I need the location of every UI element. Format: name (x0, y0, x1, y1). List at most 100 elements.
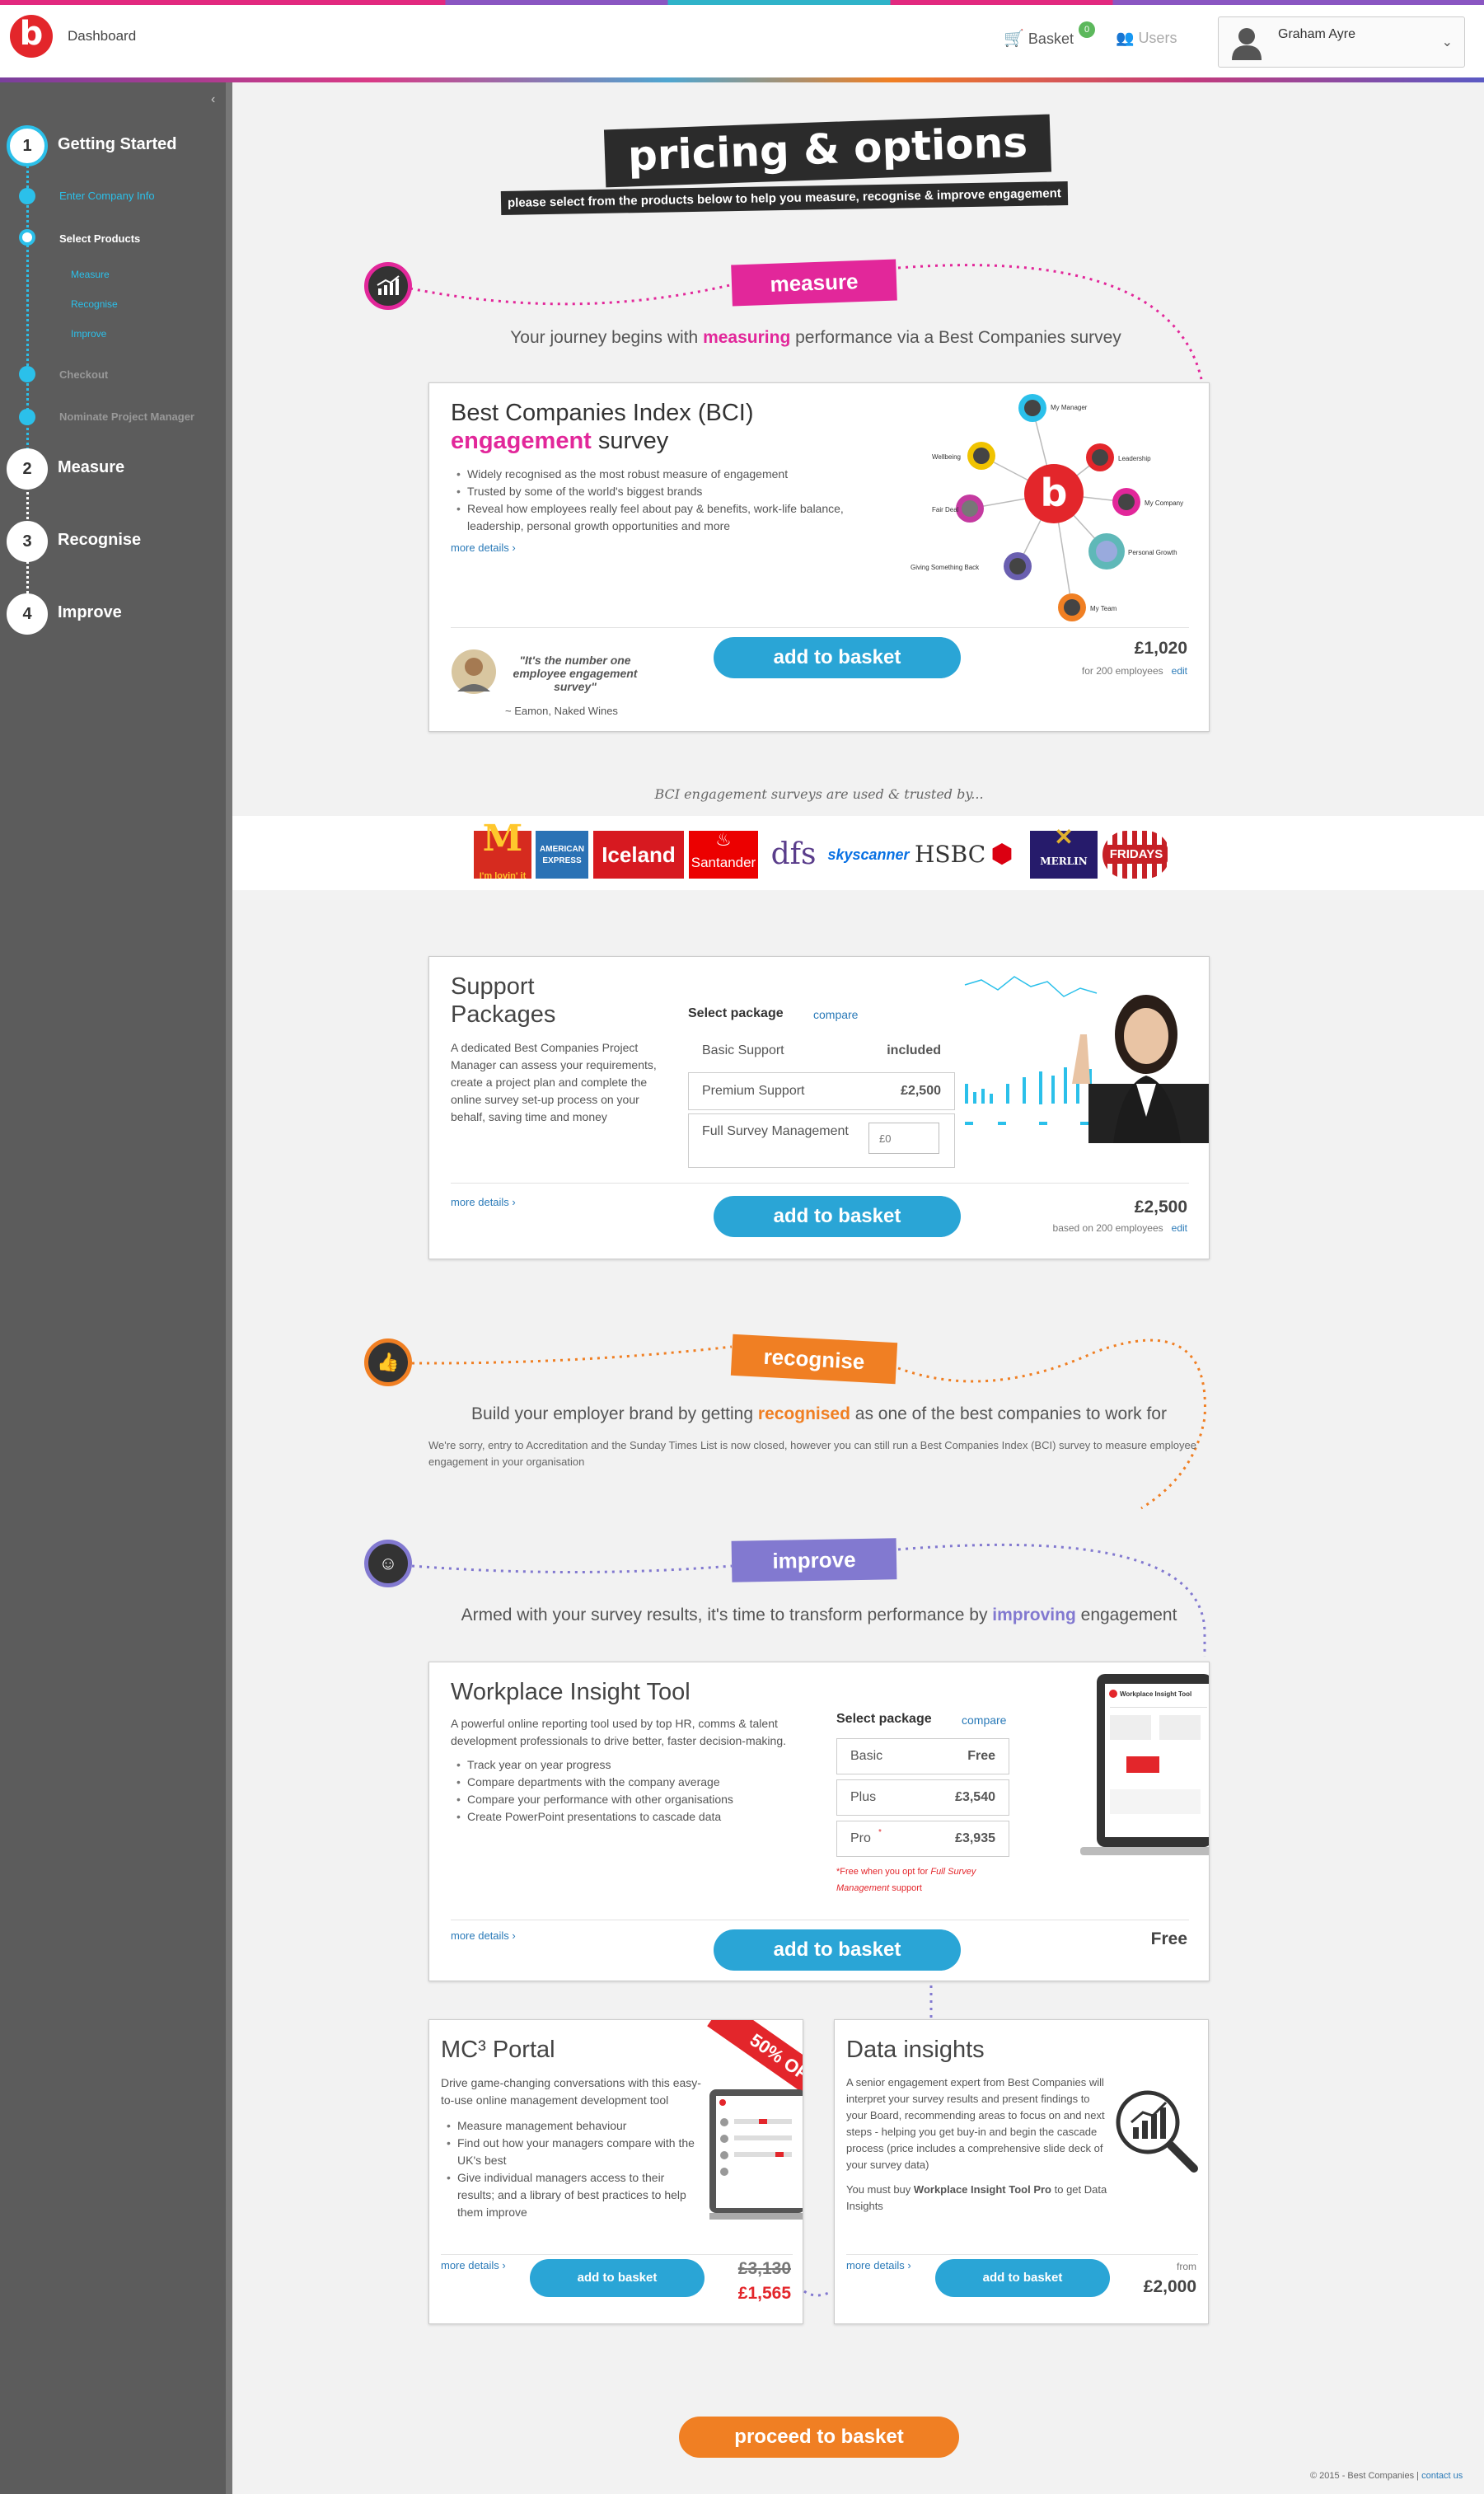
wit-bullet: Compare departments with the company ave… (451, 1774, 797, 1791)
brand-iceland-logo: Iceland (593, 831, 684, 879)
brand-mcdonalds-logo: M I'm lovin' it (474, 818, 531, 881)
mc3-title: MC³ Portal (441, 2037, 555, 2063)
package-basic-support[interactable]: Basic Support included (688, 1033, 955, 1069)
trusted-by-text: BCI engagement surveys are used & truste… (654, 786, 984, 802)
data-insights-description: A senior engagement expert from Best Com… (846, 2076, 1105, 2171)
bci-more-details-link[interactable]: more details › (451, 541, 516, 554)
recognise-closed-notice: We're sorry, entry to Accreditation and … (428, 1439, 1196, 1468)
bci-price: £1,020 (1134, 639, 1187, 658)
wit-bullet: Create PowerPoint presentations to casca… (451, 1808, 797, 1826)
wit-bullet: Track year on year progress (451, 1756, 797, 1774)
support-select-package-label: Select package (688, 1006, 784, 1020)
testimonial-avatar (452, 649, 496, 694)
brand-amex-logo: AMERICAN EXPRESS (536, 831, 588, 879)
data-insights-add-to-basket-button[interactable]: add to basket (935, 2259, 1110, 2297)
support-price-note: based on 200 employees edit (1052, 1222, 1187, 1234)
factor-label: Leadership (1118, 455, 1151, 462)
mc3-laptop-screenshot (709, 2089, 803, 2220)
factor-label: Wellbeing (932, 453, 961, 461)
factor-label: My Company (1145, 499, 1183, 507)
bci-subtitle: engagement survey (451, 428, 669, 454)
testimonial-quote: "It's the number one employee engagement… (513, 654, 638, 693)
wit-compare-link[interactable]: compare (962, 1713, 1006, 1727)
support-add-to-basket-button[interactable]: add to basket (714, 1196, 961, 1237)
wit-free-note: *Free when you opt for Full Survey Manag… (836, 1867, 976, 1893)
support-title-2: Packages (451, 1001, 556, 1028)
support-compare-link[interactable]: compare (813, 1008, 858, 1021)
mc3-description: Drive game-changing conversations with t… (441, 2076, 701, 2107)
brand-hsbc-logo: HSBC (915, 841, 986, 868)
bci-factors-diagram: b My Manager Leadership My Company Perso… (911, 394, 1183, 621)
magnifier-chart-icon (1116, 2090, 1198, 2173)
footer: © 2015 - Best Companies | contact us (1310, 2471, 1463, 2481)
wit-add-to-basket-button[interactable]: add to basket (714, 1929, 961, 1971)
mc3-more-details-link[interactable]: more details › (441, 2259, 506, 2271)
wit-bullet: Compare your performance with other orga… (451, 1791, 797, 1808)
mc3-bullets: Measure management behaviour Find out ho… (441, 2117, 705, 2221)
factor-label: Personal Growth (1128, 549, 1177, 556)
factor-label: Giving Something Back (911, 564, 980, 571)
improve-tag: improve (731, 1538, 897, 1582)
measure-tag: measure (731, 259, 897, 307)
package-premium-support[interactable]: Premium Support £2,500 (688, 1072, 955, 1110)
wit-price: Free (1150, 1929, 1187, 1948)
brand-dfs-logo: dfs (770, 837, 817, 871)
support-packages-card: Support Packages A dedicated Best Compan… (428, 956, 1210, 1259)
wit-bullets: Track year on year progress Compare depa… (451, 1756, 797, 1826)
mc3-portal-card: MC³ Portal 50% OFF Drive game-changing c… (428, 2019, 803, 2324)
divider (451, 627, 1189, 628)
support-edit-link[interactable]: edit (1172, 1222, 1187, 1234)
support-more-details-link[interactable]: more details › (451, 1196, 516, 1208)
brand-santander-logo: ♨ Santander (689, 829, 758, 879)
data-insights-from-label: from (1177, 2261, 1196, 2272)
mc3-bullet: Give individual managers access to their… (441, 2169, 705, 2221)
bci-edit-link[interactable]: edit (1172, 665, 1187, 677)
recognise-intro: Build your employer brand by getting rec… (471, 1404, 1167, 1423)
factor-label: My Manager (1051, 404, 1088, 411)
package-full-survey-management[interactable]: Full Survey Management £0 (688, 1113, 955, 1168)
bci-add-to-basket-button[interactable]: add to basket (714, 637, 961, 678)
measure-chart-icon (364, 262, 412, 310)
proceed-to-basket-button[interactable]: proceed to basket (679, 2417, 959, 2458)
mc3-bullet: Measure management behaviour (441, 2117, 705, 2135)
bci-price-note: for 200 employees edit (1081, 665, 1187, 677)
support-title: Support (451, 973, 535, 1000)
recognise-tag: recognise (730, 1334, 898, 1385)
contact-us-link[interactable]: contact us (1421, 2471, 1463, 2481)
package-wit-plus[interactable]: Plus £3,540 (836, 1779, 1009, 1816)
factor-label: Fair Deal (932, 506, 959, 513)
mc3-price: £1,565 (737, 2284, 791, 2303)
svg-text:b: b (1041, 471, 1068, 515)
wit-screen-title: Workplace Insight Tool (1120, 1690, 1191, 1698)
data-insights-card: Data insights A senior engagement expert… (834, 2019, 1209, 2324)
wit-description: A powerful online reporting tool used by… (451, 1717, 786, 1747)
brand-fridays-logo: FRIDAYS (1102, 831, 1170, 879)
mc3-old-price: £3,130 (737, 2259, 791, 2278)
package-wit-pro[interactable]: Pro * £3,935 (836, 1821, 1009, 1857)
data-insights-requirement: You must buy Workplace Insight Tool Pro … (846, 2183, 1107, 2212)
wit-title: Workplace Insight Tool (451, 1679, 691, 1705)
bci-survey-card: Best Companies Index (BCI) engagement su… (428, 382, 1210, 732)
support-woman-graph-image (957, 960, 1209, 1143)
improve-head-icon: ☺ (364, 1540, 412, 1587)
copyright-text: © 2015 - Best Companies | (1310, 2471, 1422, 2481)
bci-bullet: Widely recognised as the most robust mea… (451, 466, 863, 483)
data-insights-price: £2,000 (1143, 2277, 1196, 2296)
testimonial-author: ~ Eamon, Naked Wines (505, 705, 618, 717)
support-price: £2,500 (1134, 1198, 1187, 1217)
bci-title: Best Companies Index (BCI) (451, 400, 754, 426)
full-survey-management-input[interactable]: £0 (868, 1123, 939, 1154)
support-description: A dedicated Best Companies Project Manag… (451, 1041, 657, 1123)
brand-skyscanner-logo: skyscanner (827, 846, 910, 863)
data-insights-title: Data insights (846, 2037, 985, 2063)
wit-more-details-link[interactable]: more details › (451, 1929, 516, 1942)
data-insights-more-details-link[interactable]: more details › (846, 2259, 911, 2271)
divider (846, 2254, 1198, 2255)
mc3-bullet: Find out how your managers compare with … (441, 2135, 705, 2169)
bci-bullet: Reveal how employees really feel about p… (451, 500, 863, 535)
package-wit-basic[interactable]: Basic Free (836, 1738, 1009, 1774)
mc3-add-to-basket-button[interactable]: add to basket (530, 2259, 705, 2297)
bci-bullet: Trusted by some of the world's biggest b… (451, 483, 863, 500)
wit-select-package-label: Select package (836, 1712, 932, 1726)
brand-merlin-logo: ✕ MERLIN (1030, 823, 1098, 879)
